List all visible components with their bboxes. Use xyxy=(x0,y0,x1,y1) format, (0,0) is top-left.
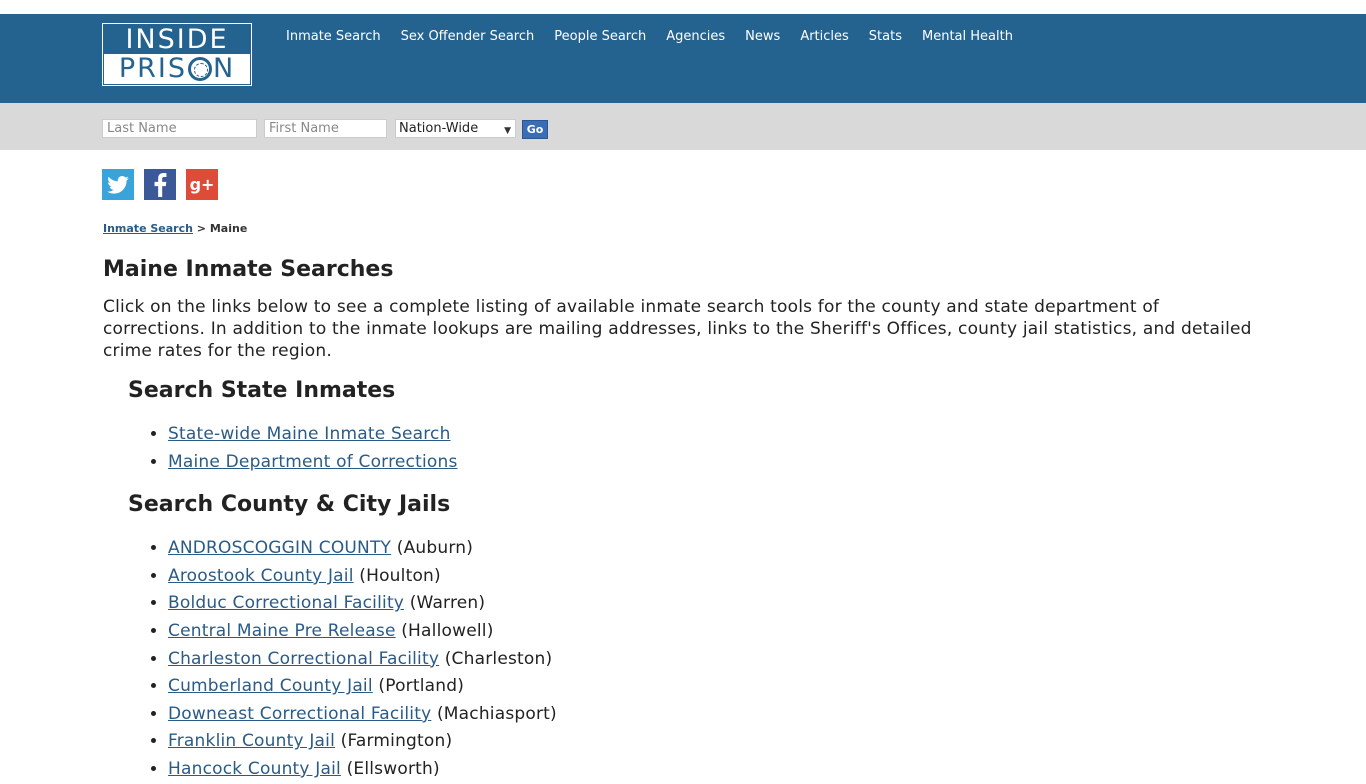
nav-mental-health[interactable]: Mental Health xyxy=(912,29,1023,45)
breadcrumb-inmate-search[interactable]: Inmate Search xyxy=(103,222,193,235)
intro-text: Click on the links below to see a comple… xyxy=(103,297,1252,361)
jail-city: (Farmington) xyxy=(340,731,453,752)
jail-link[interactable]: Cumberland County Jail xyxy=(168,676,373,696)
doc-link[interactable]: Maine Department of Corrections xyxy=(168,452,458,472)
nav-articles[interactable]: Articles xyxy=(790,29,858,45)
statewide-search-link[interactable]: State-wide Maine Inmate Search xyxy=(168,424,451,444)
main-nav: Inmate Search Sex Offender Search People… xyxy=(276,29,1023,45)
jail-city: (Portland) xyxy=(378,676,465,697)
list-item: State-wide Maine Inmate Search xyxy=(168,421,1263,449)
list-item: Central Maine Pre Release (Hallowell) xyxy=(168,618,1263,646)
social-share: g+ xyxy=(102,169,218,200)
facebook-icon[interactable] xyxy=(144,169,176,200)
chevron-down-icon: ▼ xyxy=(504,126,511,136)
jail-link[interactable]: Hancock County Jail xyxy=(168,759,341,779)
jail-link[interactable]: Charleston Correctional Facility xyxy=(168,649,439,669)
state-links-list: State-wide Maine Inmate Search Maine Dep… xyxy=(103,421,1263,476)
nav-news[interactable]: News xyxy=(735,29,790,45)
logo-top-text: INSIDE xyxy=(125,23,229,55)
breadcrumb-current: Maine xyxy=(209,222,248,235)
county-section-heading: Search County & City Jails xyxy=(128,492,451,518)
last-name-input[interactable] xyxy=(102,119,257,138)
jail-city: (Hallowell) xyxy=(401,620,494,641)
twitter-icon[interactable] xyxy=(102,169,134,200)
jail-city: (Warren) xyxy=(409,593,486,614)
list-item: Cumberland County Jail (Portland) xyxy=(168,673,1263,701)
list-item: Bolduc Correctional Facility (Warren) xyxy=(168,590,1263,618)
nav-stats[interactable]: Stats xyxy=(859,29,912,45)
list-item: Downeast Correctional Facility (Machiasp… xyxy=(168,701,1263,729)
first-name-input[interactable] xyxy=(264,119,387,138)
inside-prison-logo[interactable]: INSIDE PRIS N xyxy=(102,23,252,86)
nav-inmate-search[interactable]: Inmate Search xyxy=(276,29,391,45)
logo-bottom-text: PRIS N xyxy=(104,52,250,84)
jail-link[interactable]: ANDROSCOGGIN COUNTY xyxy=(168,538,391,558)
jail-city: (Ellsworth) xyxy=(346,758,440,779)
nav-agencies[interactable]: Agencies xyxy=(656,29,735,45)
logo-bottom-post: N xyxy=(212,52,236,84)
page-title: Maine Inmate Searches xyxy=(103,257,394,282)
county-jails-list: ANDROSCOGGIN COUNTY (Auburn) Aroostook C… xyxy=(103,535,1263,783)
search-bar: Nation-Wide ▼ Go xyxy=(0,103,1366,150)
list-item: Charleston Correctional Facility (Charle… xyxy=(168,646,1263,674)
jail-link[interactable]: Central Maine Pre Release xyxy=(168,621,396,641)
main-content: Inmate Search > Maine Maine Inmate Searc… xyxy=(103,222,1263,784)
list-item: Maine Department of Corrections xyxy=(168,449,1263,477)
breadcrumb-separator: > xyxy=(196,222,207,235)
jail-link[interactable]: Downeast Correctional Facility xyxy=(168,704,431,724)
jail-city: (Auburn) xyxy=(396,538,474,559)
go-button[interactable]: Go xyxy=(522,120,548,139)
state-section-heading: Search State Inmates xyxy=(128,378,396,403)
jail-city: (Houlton) xyxy=(359,565,441,586)
jail-city: (Machiasport) xyxy=(436,703,557,724)
logo-bottom-pre: PRIS xyxy=(118,52,187,84)
site-header: INSIDE PRIS N Inmate Search Sex Offender … xyxy=(0,14,1366,103)
list-item: Franklin County Jail (Farmington) xyxy=(168,728,1263,756)
jail-link[interactable]: Bolduc Correctional Facility xyxy=(168,593,404,613)
top-strip xyxy=(0,0,1366,14)
breadcrumb: Inmate Search > Maine xyxy=(103,222,1263,235)
logo-o-emblem-icon xyxy=(187,56,212,81)
list-item: Hancock County Jail (Ellsworth) xyxy=(168,756,1263,784)
google-plus-icon[interactable]: g+ xyxy=(186,169,218,200)
scope-select-value: Nation-Wide xyxy=(399,121,479,136)
jail-city: (Charleston) xyxy=(444,648,553,669)
list-item: Aroostook County Jail (Houlton) xyxy=(168,563,1263,591)
scope-select[interactable]: Nation-Wide ▼ xyxy=(395,119,516,138)
nav-people-search[interactable]: People Search xyxy=(544,29,656,45)
nav-sex-offender-search[interactable]: Sex Offender Search xyxy=(391,29,545,45)
jail-link[interactable]: Aroostook County Jail xyxy=(168,566,354,586)
jail-link[interactable]: Franklin County Jail xyxy=(168,731,335,751)
list-item: ANDROSCOGGIN COUNTY (Auburn) xyxy=(168,535,1263,563)
